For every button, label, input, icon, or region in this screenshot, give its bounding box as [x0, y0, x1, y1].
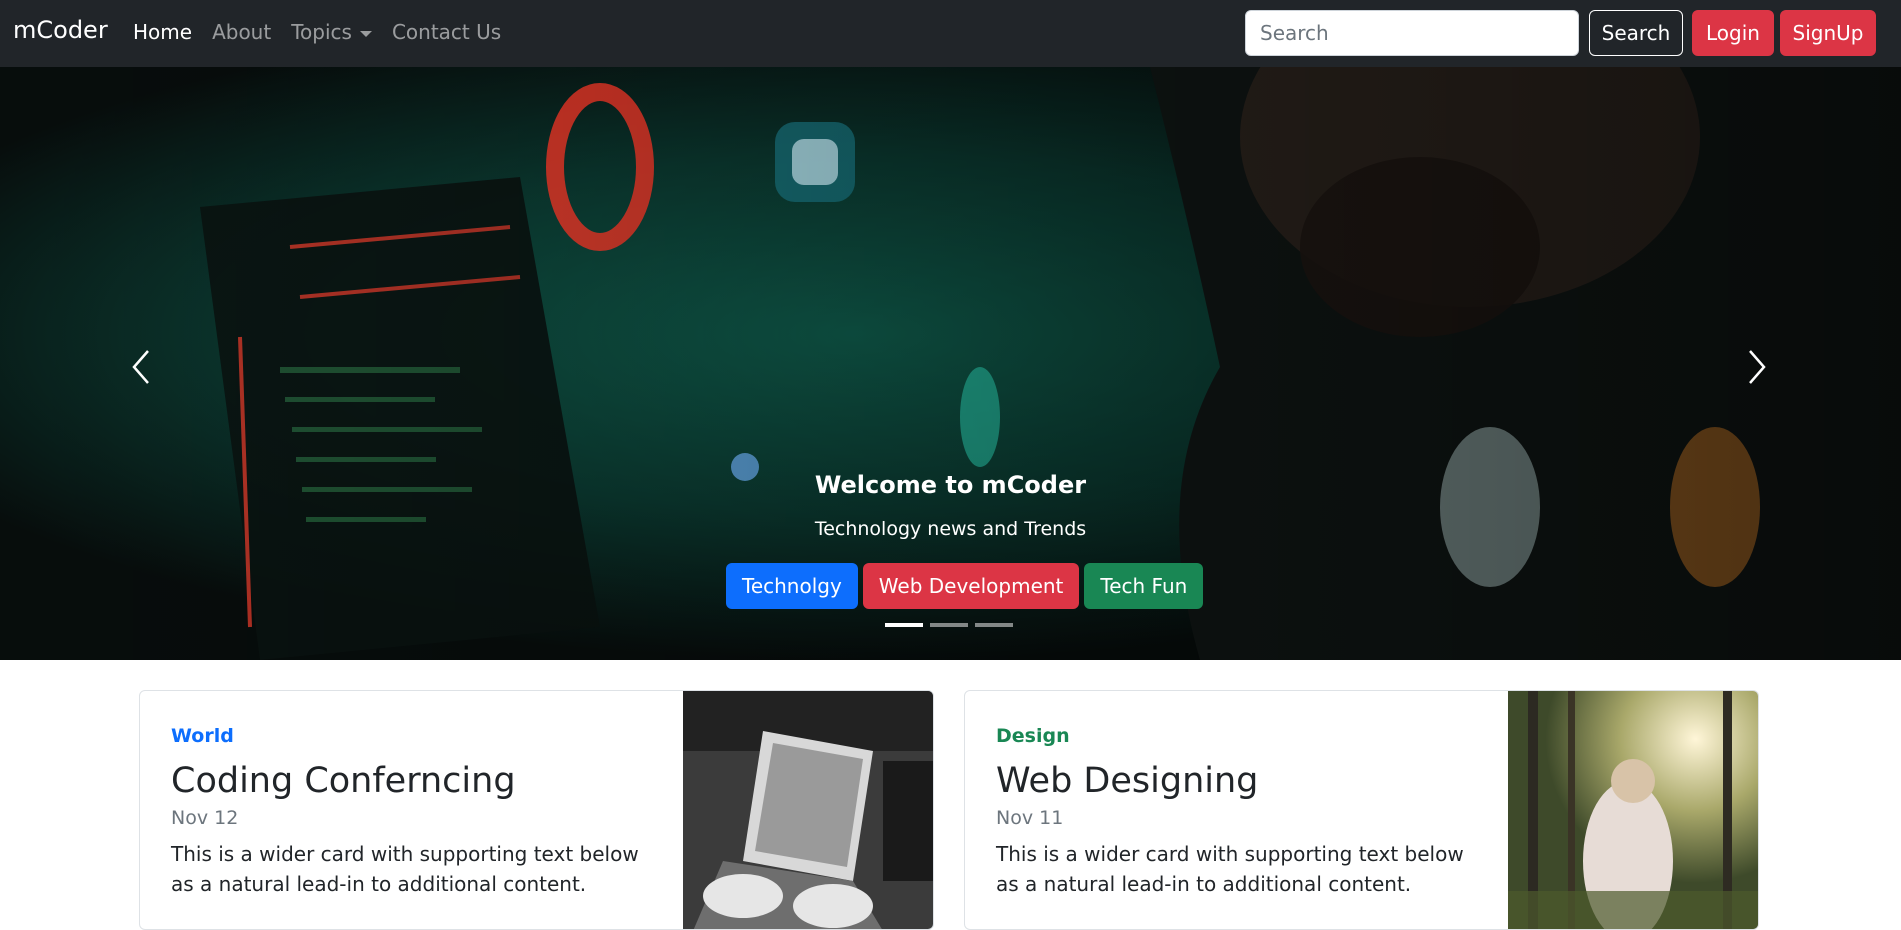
- nav-links: Home About Topics Contact Us: [133, 20, 521, 44]
- login-button[interactable]: Login: [1692, 10, 1774, 56]
- carousel-prev-button[interactable]: [122, 337, 162, 397]
- carousel-indicator-1[interactable]: [885, 623, 923, 627]
- chevron-left-icon: [132, 350, 149, 384]
- card-text: This is a wider card with supporting tex…: [996, 842, 1464, 896]
- card-category: Design: [996, 725, 1070, 747]
- card-image-forest: [1508, 691, 1758, 929]
- article-card: World Coding Conferncing Nov 12 This is …: [139, 690, 934, 930]
- chevron-right-icon: [1749, 350, 1766, 384]
- web-development-button[interactable]: Web Development: [862, 563, 1080, 609]
- card-category: World: [171, 725, 234, 747]
- brand-logo[interactable]: mCoder: [13, 16, 108, 44]
- carousel-topic-buttons: Technolgy Web Development Tech Fun: [726, 563, 1204, 609]
- technology-button[interactable]: Technolgy: [726, 563, 858, 609]
- carousel-caption-subtitle: Technology news and Trends: [814, 518, 1087, 540]
- search-button[interactable]: Search: [1589, 10, 1683, 56]
- card-title: Coding Conferncing: [171, 761, 516, 801]
- card-title: Web Designing: [996, 761, 1259, 801]
- nav-topics[interactable]: Topics: [291, 20, 372, 44]
- signup-button[interactable]: SignUp: [1780, 10, 1876, 56]
- chevron-down-icon: [359, 30, 372, 37]
- hero-carousel: Welcome to mCoder Technology news and Tr…: [0, 67, 1901, 660]
- card-date: Nov 11: [996, 807, 1064, 829]
- card-text: This is a wider card with supporting tex…: [171, 842, 639, 896]
- card-image-laptop: [683, 691, 933, 929]
- carousel-indicators: [885, 623, 1013, 627]
- nav-topics-label: Topics: [291, 20, 352, 44]
- tech-fun-button[interactable]: Tech Fun: [1084, 563, 1204, 609]
- navbar: mCoder Home About Topics Contact Us Sear…: [0, 0, 1901, 67]
- carousel-indicator-2[interactable]: [930, 623, 968, 627]
- carousel-caption-title: Welcome to mCoder: [814, 471, 1087, 499]
- carousel-indicator-3[interactable]: [975, 623, 1013, 627]
- article-card: Design Web Designing Nov 11 This is a wi…: [964, 690, 1759, 930]
- nav-home[interactable]: Home: [133, 20, 192, 44]
- carousel-next-button[interactable]: [1736, 337, 1776, 397]
- nav-about[interactable]: About: [212, 20, 271, 44]
- nav-contact[interactable]: Contact Us: [392, 20, 501, 44]
- card-date: Nov 12: [171, 807, 239, 829]
- search-input[interactable]: [1245, 10, 1579, 56]
